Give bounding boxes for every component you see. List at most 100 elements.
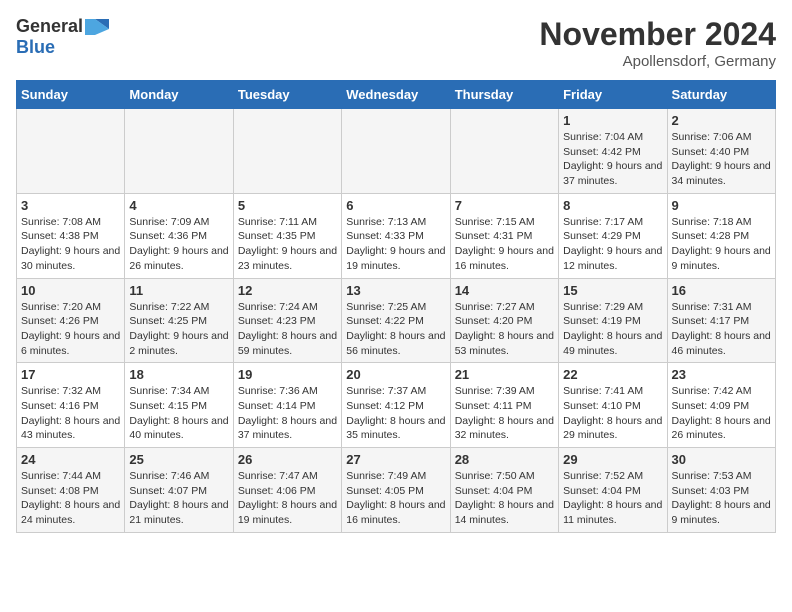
calendar-cell: 26Sunrise: 7:47 AMSunset: 4:06 PMDayligh… <box>233 448 341 533</box>
day-info: Sunrise: 7:39 AMSunset: 4:11 PMDaylight:… <box>455 384 554 443</box>
calendar-cell: 15 Sunrise: 7:29 AMSunset: 4:19 PMDayligh… <box>559 278 667 363</box>
day-info: Sunrise: 7:52 AMSunset: 4:04 PMDaylight:… <box>563 469 662 528</box>
day-of-week-header: Saturday <box>667 81 775 109</box>
day-info: Sunrise: 7:04 AMSunset: 4:42 PMDaylight:… <box>563 130 662 189</box>
month-title: November 2024 <box>539 16 776 53</box>
calendar-cell: 24Sunrise: 7:44 AMSunset: 4:08 PMDayligh… <box>17 448 125 533</box>
day-number: 18 <box>129 367 228 382</box>
day-info: Sunrise: 7:47 AMSunset: 4:06 PMDaylight:… <box>238 469 337 528</box>
day-info: Sunrise: 7:31 AMSunset: 4:17 PMDaylight:… <box>672 300 771 359</box>
calendar-cell: 7 Sunrise: 7:15 AMSunset: 4:31 PMDaylight… <box>450 193 558 278</box>
calendar-cell: 20 Sunrise: 7:37 AMSunset: 4:12 PMDayligh… <box>342 363 450 448</box>
day-of-week-header: Tuesday <box>233 81 341 109</box>
calendar-cell: 14 Sunrise: 7:27 AMSunset: 4:20 PMDayligh… <box>450 278 558 363</box>
day-number: 11 <box>129 283 228 298</box>
calendar-cell: 10 Sunrise: 7:20 AMSunset: 4:26 PMDayligh… <box>17 278 125 363</box>
day-info: Sunrise: 7:20 AMSunset: 4:26 PMDaylight:… <box>21 300 120 359</box>
day-info: Sunrise: 7:25 AMSunset: 4:22 PMDaylight:… <box>346 300 445 359</box>
calendar-cell: 27 Sunrise: 7:49 AMSunset: 4:05 PMDayligh… <box>342 448 450 533</box>
day-of-week-header: Monday <box>125 81 233 109</box>
day-number: 14 <box>455 283 554 298</box>
calendar-cell: 25 Sunrise: 7:46 AMSunset: 4:07 PMDayligh… <box>125 448 233 533</box>
day-of-week-header: Friday <box>559 81 667 109</box>
calendar-cell: 2 Sunrise: 7:06 AMSunset: 4:40 PMDaylight… <box>667 109 775 194</box>
day-info: Sunrise: 7:37 AMSunset: 4:12 PMDaylight:… <box>346 384 445 443</box>
day-number: 28 <box>455 452 554 467</box>
day-number: 8 <box>563 198 662 213</box>
day-info: Sunrise: 7:24 AMSunset: 4:23 PMDaylight:… <box>238 300 337 359</box>
calendar-cell: 9 Sunrise: 7:18 AMSunset: 4:28 PMDaylight… <box>667 193 775 278</box>
day-number: 13 <box>346 283 445 298</box>
day-info: Sunrise: 7:49 AMSunset: 4:05 PMDaylight:… <box>346 469 445 528</box>
day-info: Sunrise: 7:34 AMSunset: 4:15 PMDaylight:… <box>129 384 228 443</box>
calendar-cell: 11 Sunrise: 7:22 AMSunset: 4:25 PMDayligh… <box>125 278 233 363</box>
calendar-cell: 29 Sunrise: 7:52 AMSunset: 4:04 PMDayligh… <box>559 448 667 533</box>
day-info: Sunrise: 7:53 AMSunset: 4:03 PMDaylight:… <box>672 469 771 528</box>
day-info: Sunrise: 7:27 AMSunset: 4:20 PMDaylight:… <box>455 300 554 359</box>
day-info: Sunrise: 7:50 AMSunset: 4:04 PMDaylight:… <box>455 469 554 528</box>
calendar-table: SundayMondayTuesdayWednesdayThursdayFrid… <box>16 80 776 533</box>
day-info: Sunrise: 7:36 AMSunset: 4:14 PMDaylight:… <box>238 384 337 443</box>
day-of-week-header: Thursday <box>450 81 558 109</box>
day-number: 25 <box>129 452 228 467</box>
day-number: 22 <box>563 367 662 382</box>
day-info: Sunrise: 7:46 AMSunset: 4:07 PMDaylight:… <box>129 469 228 528</box>
day-info: Sunrise: 7:06 AMSunset: 4:40 PMDaylight:… <box>672 130 771 189</box>
day-info: Sunrise: 7:41 AMSunset: 4:10 PMDaylight:… <box>563 384 662 443</box>
calendar-cell: 4Sunrise: 7:09 AMSunset: 4:36 PMDaylight… <box>125 193 233 278</box>
calendar-cell: 5 Sunrise: 7:11 AMSunset: 4:35 PMDaylight… <box>233 193 341 278</box>
calendar-cell <box>233 109 341 194</box>
day-number: 29 <box>563 452 662 467</box>
logo: General Blue <box>16 16 109 58</box>
day-number: 12 <box>238 283 337 298</box>
calendar-cell: 30 Sunrise: 7:53 AMSunset: 4:03 PMDayligh… <box>667 448 775 533</box>
calendar-cell <box>17 109 125 194</box>
day-number: 15 <box>563 283 662 298</box>
calendar-cell: 13 Sunrise: 7:25 AMSunset: 4:22 PMDayligh… <box>342 278 450 363</box>
day-number: 20 <box>346 367 445 382</box>
calendar-cell: 18 Sunrise: 7:34 AMSunset: 4:15 PMDayligh… <box>125 363 233 448</box>
day-number: 16 <box>672 283 771 298</box>
day-number: 5 <box>238 198 337 213</box>
calendar-cell: 21 Sunrise: 7:39 AMSunset: 4:11 PMDayligh… <box>450 363 558 448</box>
day-info: Sunrise: 7:18 AMSunset: 4:28 PMDaylight:… <box>672 215 771 274</box>
calendar-cell: 28 Sunrise: 7:50 AMSunset: 4:04 PMDayligh… <box>450 448 558 533</box>
day-number: 9 <box>672 198 771 213</box>
calendar-cell: 6Sunrise: 7:13 AMSunset: 4:33 PMDaylight… <box>342 193 450 278</box>
day-info: Sunrise: 7:15 AMSunset: 4:31 PMDaylight:… <box>455 215 554 274</box>
day-info: Sunrise: 7:42 AMSunset: 4:09 PMDaylight:… <box>672 384 771 443</box>
logo-general-text: General <box>16 16 83 37</box>
logo-icon <box>85 19 109 35</box>
day-number: 2 <box>672 113 771 128</box>
day-info: Sunrise: 7:11 AMSunset: 4:35 PMDaylight:… <box>238 215 337 274</box>
day-info: Sunrise: 7:08 AMSunset: 4:38 PMDaylight:… <box>21 215 120 274</box>
day-number: 4 <box>129 198 228 213</box>
day-number: 3 <box>21 198 120 213</box>
day-number: 23 <box>672 367 771 382</box>
calendar-cell: 1 Sunrise: 7:04 AMSunset: 4:42 PMDaylight… <box>559 109 667 194</box>
day-number: 30 <box>672 452 771 467</box>
day-number: 6 <box>346 198 445 213</box>
title-area: November 2024 Apollensdorf, Germany <box>539 16 776 70</box>
day-info: Sunrise: 7:22 AMSunset: 4:25 PMDaylight:… <box>129 300 228 359</box>
day-number: 1 <box>563 113 662 128</box>
day-info: Sunrise: 7:29 AMSunset: 4:19 PMDaylight:… <box>563 300 662 359</box>
calendar-cell <box>342 109 450 194</box>
calendar-cell: 3 Sunrise: 7:08 AMSunset: 4:38 PMDaylight… <box>17 193 125 278</box>
calendar-cell: 17 Sunrise: 7:32 AMSunset: 4:16 PMDayligh… <box>17 363 125 448</box>
day-number: 27 <box>346 452 445 467</box>
day-info: Sunrise: 7:32 AMSunset: 4:16 PMDaylight:… <box>21 384 120 443</box>
calendar-cell: 8Sunrise: 7:17 AMSunset: 4:29 PMDaylight… <box>559 193 667 278</box>
day-of-week-header: Wednesday <box>342 81 450 109</box>
day-number: 17 <box>21 367 120 382</box>
day-info: Sunrise: 7:44 AMSunset: 4:08 PMDaylight:… <box>21 469 120 528</box>
calendar-cell: 23 Sunrise: 7:42 AMSunset: 4:09 PMDayligh… <box>667 363 775 448</box>
calendar-cell <box>125 109 233 194</box>
day-number: 19 <box>238 367 337 382</box>
day-number: 7 <box>455 198 554 213</box>
day-number: 10 <box>21 283 120 298</box>
logo-blue-text: Blue <box>16 37 55 57</box>
calendar-cell: 12 Sunrise: 7:24 AMSunset: 4:23 PMDayligh… <box>233 278 341 363</box>
day-number: 21 <box>455 367 554 382</box>
calendar-cell <box>450 109 558 194</box>
